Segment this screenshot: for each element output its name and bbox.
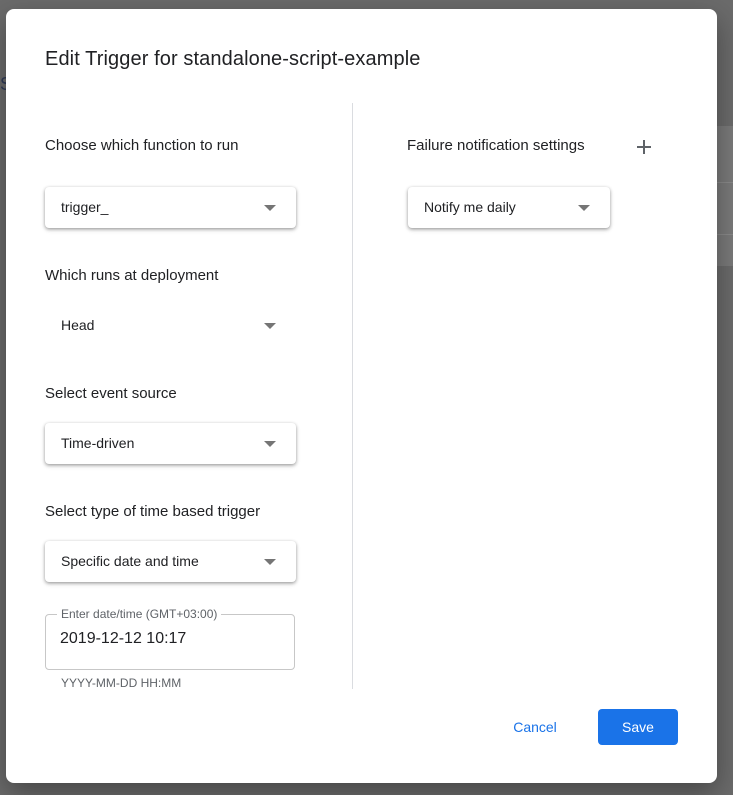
function-select-value: trigger_	[61, 199, 109, 215]
add-notification-button[interactable]	[632, 135, 656, 159]
cancel-button[interactable]: Cancel	[499, 709, 571, 745]
caret-down-icon	[264, 323, 276, 329]
edit-trigger-dialog: Edit Trigger for standalone-script-examp…	[6, 9, 717, 783]
failure-notification-select-value: Notify me daily	[424, 199, 516, 215]
background-divider	[716, 234, 733, 235]
trigger-type-label: Select type of time based trigger	[45, 503, 261, 520]
function-label: Choose which function to run	[45, 137, 239, 154]
event-source-select[interactable]: Time-driven	[45, 423, 296, 464]
trigger-type-select-value: Specific date and time	[61, 553, 199, 569]
trigger-type-select[interactable]: Specific date and time	[45, 541, 296, 582]
failure-notification-label: Failure notification settings	[407, 137, 585, 154]
failure-notification-select[interactable]: Notify me daily	[408, 187, 610, 228]
caret-down-icon	[264, 441, 276, 447]
datetime-field[interactable]: Enter date/time (GMT+03:00)	[45, 607, 295, 670]
dialog-title: Edit Trigger for standalone-script-examp…	[45, 48, 421, 70]
save-button[interactable]: Save	[598, 709, 678, 745]
column-divider	[352, 103, 353, 689]
event-source-select-value: Time-driven	[61, 435, 135, 451]
caret-down-icon	[578, 205, 590, 211]
plus-icon	[637, 140, 651, 154]
deployment-label: Which runs at deployment	[45, 267, 219, 284]
caret-down-icon	[264, 559, 276, 565]
function-select[interactable]: trigger_	[45, 187, 296, 228]
background-page-strip	[716, 126, 733, 266]
datetime-label: Enter date/time (GMT+03:00)	[57, 607, 222, 621]
event-source-label: Select event source	[45, 385, 177, 402]
caret-down-icon	[264, 205, 276, 211]
datetime-hint: YYYY-MM-DD HH:MM	[61, 676, 182, 690]
deployment-select[interactable]: Head	[45, 305, 296, 346]
datetime-input[interactable]	[60, 630, 280, 648]
deployment-select-value: Head	[61, 317, 95, 333]
background-divider	[716, 182, 733, 183]
